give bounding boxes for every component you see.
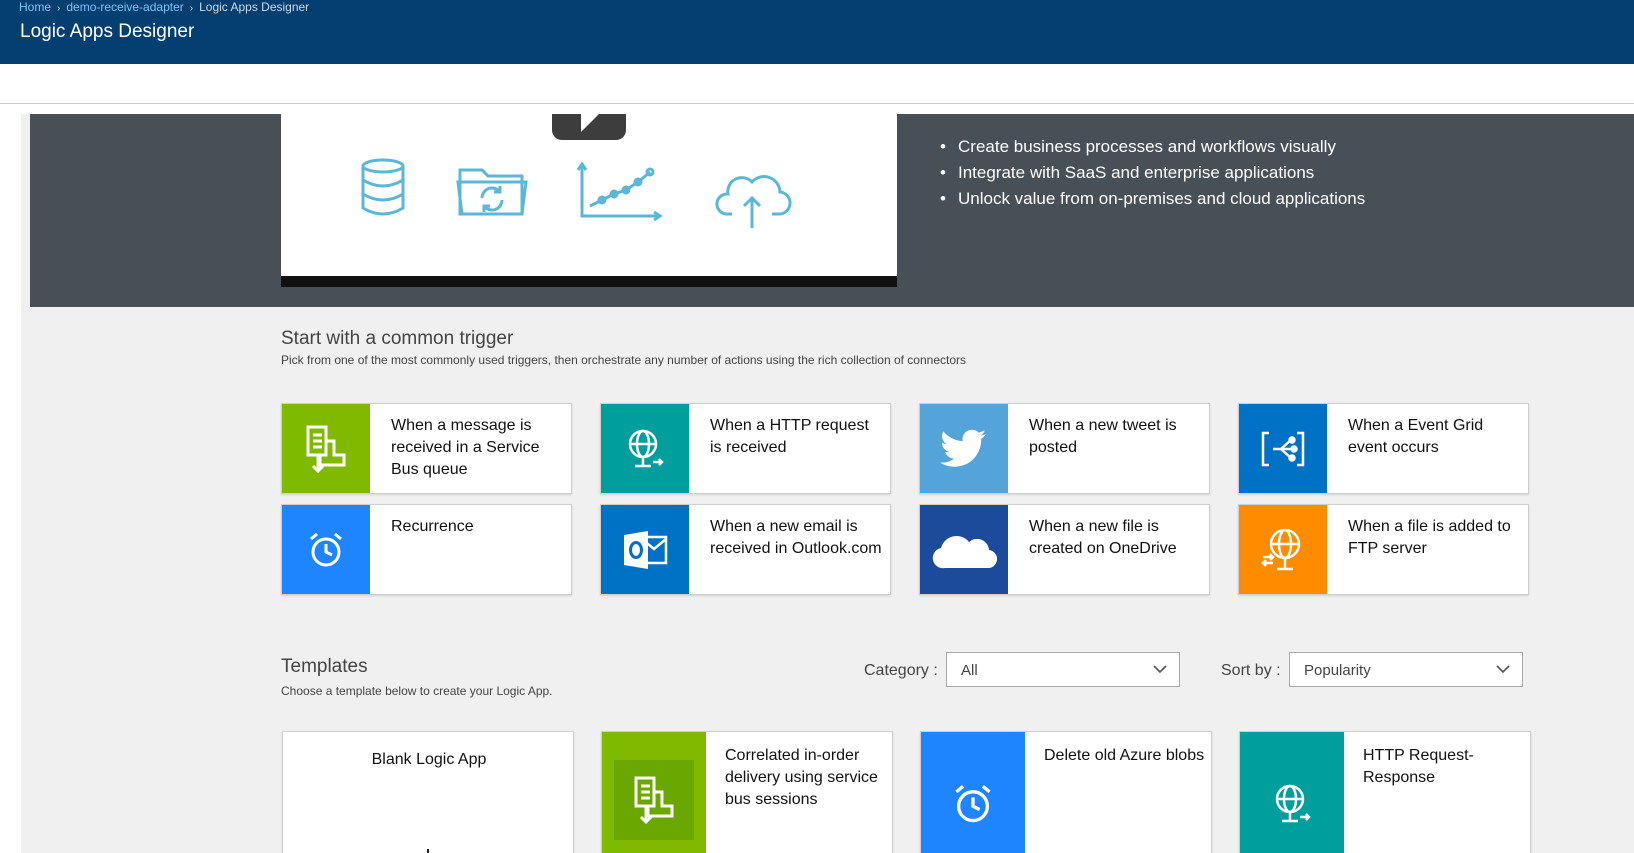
trigger-label: When a Event Grid event occurs	[1348, 417, 1484, 456]
play-icon	[581, 114, 599, 132]
sort-value: Popularity	[1304, 662, 1371, 679]
ftp-globe-icon	[1261, 528, 1301, 570]
twitter-icon	[940, 429, 986, 467]
add-icon	[427, 849, 429, 853]
category-select[interactable]: All	[946, 652, 1180, 687]
service-bus-icon	[306, 425, 346, 473]
template-label: HTTP Request-Response	[1363, 747, 1474, 786]
video-control-bar[interactable]	[281, 276, 897, 287]
template-icon-frame	[614, 760, 694, 840]
alarm-clock-icon	[310, 532, 342, 566]
play-button[interactable]	[552, 114, 626, 140]
chevron-down-icon	[1496, 665, 1510, 674]
templates-heading: Templates	[281, 656, 368, 677]
top-bar: Home › demo-receive-adapter › Logic Apps Des…	[0, 0, 1634, 64]
triggers-subtitle: Pick from one of the most commonly used …	[281, 353, 967, 367]
trigger-label: When a new file is created on OneDrive	[1029, 518, 1177, 557]
breadcrumb-resource[interactable]: demo-receive-adapter	[66, 0, 183, 14]
trigger-tile	[601, 404, 689, 493]
trigger-card-service-bus[interactable]: When a message is received in a Service …	[281, 403, 572, 494]
trigger-tile	[1239, 404, 1327, 493]
triggers-heading: Start with a common trigger	[281, 328, 514, 349]
http-globe-icon	[628, 429, 664, 467]
template-card-delete-blobs[interactable]: Delete old Azure blobs	[920, 731, 1212, 853]
folder-sync-icon	[456, 168, 528, 216]
template-tile	[1240, 732, 1344, 853]
template-card-blank[interactable]: Blank Logic App	[282, 731, 574, 853]
trigger-label: When a HTTP request is received	[710, 417, 869, 456]
template-tile	[921, 732, 1025, 853]
trigger-label: When a file is added to FTP server	[1348, 518, 1511, 557]
cloud-upload-icon	[715, 175, 792, 228]
intro-bullet: Unlock value from on-premises and cloud …	[940, 186, 1365, 212]
page-title: Logic Apps Designer	[20, 21, 195, 42]
breadcrumb: Home › demo-receive-adapter › Logic Apps Des…	[19, 0, 309, 16]
template-label: Correlated in-order delivery using servi…	[725, 747, 878, 808]
template-card-service-bus[interactable]: Correlated in-order delivery using servi…	[601, 731, 893, 853]
intro-bullet: Create business processes and workflows …	[940, 134, 1365, 160]
onedrive-cloud-icon	[932, 535, 997, 568]
trigger-tile	[601, 505, 689, 594]
chevron-down-icon	[1153, 665, 1167, 674]
breadcrumb-home[interactable]: Home	[19, 0, 51, 14]
outlook-icon	[624, 530, 668, 569]
designer-toolbar	[0, 64, 1634, 104]
breadcrumb-separator: ›	[189, 3, 194, 14]
event-grid-icon	[1261, 431, 1305, 466]
trigger-card-outlook[interactable]: When a new email is received in Outlook.…	[600, 504, 891, 595]
trigger-tile	[920, 404, 1008, 493]
intro-bullet-list: Create business processes and workflows …	[940, 134, 1365, 212]
sort-label: Sort by :	[1221, 662, 1281, 679]
category-label: Category :	[864, 662, 938, 679]
trigger-tile	[920, 505, 1008, 594]
trigger-label: When a new tweet is posted	[1029, 417, 1177, 456]
trigger-label: When a new email is received in Outlook.…	[710, 518, 882, 557]
trigger-label: When a message is received in a Service …	[391, 417, 540, 478]
trigger-card-ftp[interactable]: When a file is added to FTP server	[1238, 504, 1529, 595]
breadcrumb-separator: ›	[57, 3, 61, 14]
breadcrumb-current: Logic Apps Designer	[199, 0, 310, 14]
database-icon	[361, 158, 405, 216]
left-gutter	[0, 104, 21, 853]
sort-select[interactable]: Popularity	[1289, 652, 1523, 687]
trigger-card-recurrence[interactable]: Recurrence	[281, 504, 572, 595]
template-label: Blank Logic App	[371, 751, 487, 768]
trigger-label: Recurrence	[391, 518, 474, 535]
category-value: All	[961, 662, 978, 679]
template-card-http-response[interactable]: HTTP Request-Response	[1239, 731, 1531, 853]
trigger-card-http[interactable]: When a HTTP request is received	[600, 403, 891, 494]
template-tile	[602, 732, 706, 853]
trigger-card-event-grid[interactable]: When a Event Grid event occurs	[1238, 403, 1529, 494]
http-globe-icon	[1275, 784, 1311, 823]
templates-subtitle: Choose a template below to create your L…	[281, 684, 553, 698]
trigger-card-twitter[interactable]: When a new tweet is posted	[919, 403, 1210, 494]
trigger-tile	[282, 505, 370, 594]
template-label: Delete old Azure blobs	[1044, 747, 1205, 764]
intro-bullet: Integrate with SaaS and enterprise appli…	[940, 160, 1365, 186]
trigger-tile	[1239, 505, 1327, 594]
service-bus-icon	[634, 776, 674, 824]
trigger-card-onedrive[interactable]: When a new file is created on OneDrive	[919, 504, 1210, 595]
chart-line-icon	[576, 162, 663, 222]
alarm-clock-icon	[955, 785, 991, 823]
trigger-tile	[282, 404, 370, 493]
